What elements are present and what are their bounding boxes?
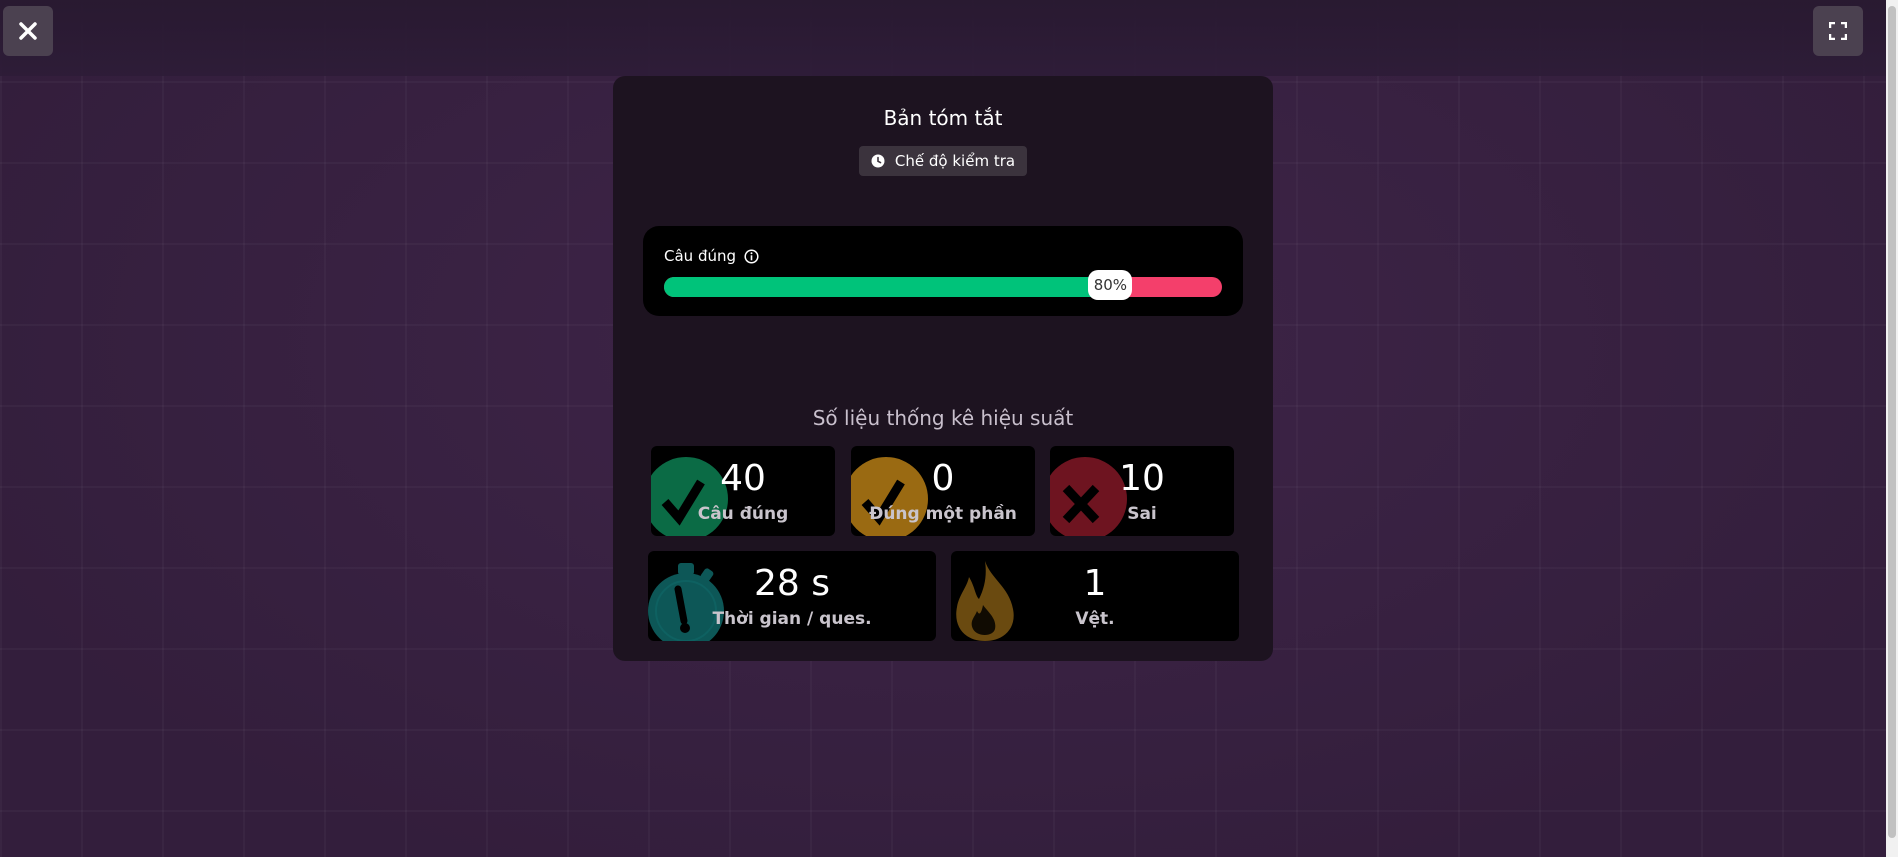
stat-correct-label: Câu đúng bbox=[697, 504, 789, 524]
accuracy-percent: 80% bbox=[1088, 270, 1133, 300]
accuracy-bar-fill bbox=[664, 277, 1111, 297]
stat-correct: 40 Câu đúng bbox=[651, 446, 835, 536]
stat-wrong-value: 10 bbox=[1119, 458, 1165, 499]
accuracy-bar: 80% bbox=[664, 270, 1222, 300]
stats-title: Số liệu thống kê hiệu suất bbox=[812, 406, 1074, 430]
mode-badge: Chế độ kiểm tra bbox=[859, 146, 1027, 176]
top-bar bbox=[0, 0, 1886, 76]
stat-streak: 1 Vệt. bbox=[951, 551, 1239, 641]
stat-time: 28 s Thời gian / ques. bbox=[648, 551, 936, 641]
fullscreen-icon bbox=[1829, 22, 1847, 40]
accuracy-label: Câu đúng bbox=[664, 247, 736, 265]
stat-wrong-label: Sai bbox=[1127, 504, 1157, 524]
clock-icon bbox=[871, 154, 885, 168]
stat-wrong: 10 Sai bbox=[1050, 446, 1234, 536]
page-scrollbar[interactable] bbox=[1886, 0, 1898, 857]
stat-partial-label: Đúng một phần bbox=[869, 504, 1017, 524]
close-button[interactable] bbox=[3, 6, 53, 56]
close-icon bbox=[19, 22, 37, 40]
accuracy-panel: Câu đúng 80% bbox=[643, 226, 1243, 316]
stat-correct-value: 40 bbox=[720, 458, 766, 499]
stat-time-label: Thời gian / ques. bbox=[712, 609, 872, 629]
stat-partial-value: 0 bbox=[931, 458, 955, 499]
stat-streak-label: Vệt. bbox=[1075, 609, 1115, 629]
info-icon[interactable] bbox=[744, 248, 759, 264]
summary-title: Bản tóm tắt bbox=[883, 106, 1003, 130]
stat-partial: 0 Đúng một phần bbox=[851, 446, 1035, 536]
scrollbar-thumb[interactable] bbox=[1888, 6, 1896, 838]
summary-card: Bản tóm tắt Chế độ kiểm tra Câu đúng 80%… bbox=[613, 76, 1273, 661]
stat-time-value: 28 s bbox=[753, 563, 830, 604]
stat-streak-value: 1 bbox=[1083, 563, 1107, 604]
fullscreen-button[interactable] bbox=[1813, 6, 1863, 56]
mode-label: Chế độ kiểm tra bbox=[894, 152, 1016, 170]
